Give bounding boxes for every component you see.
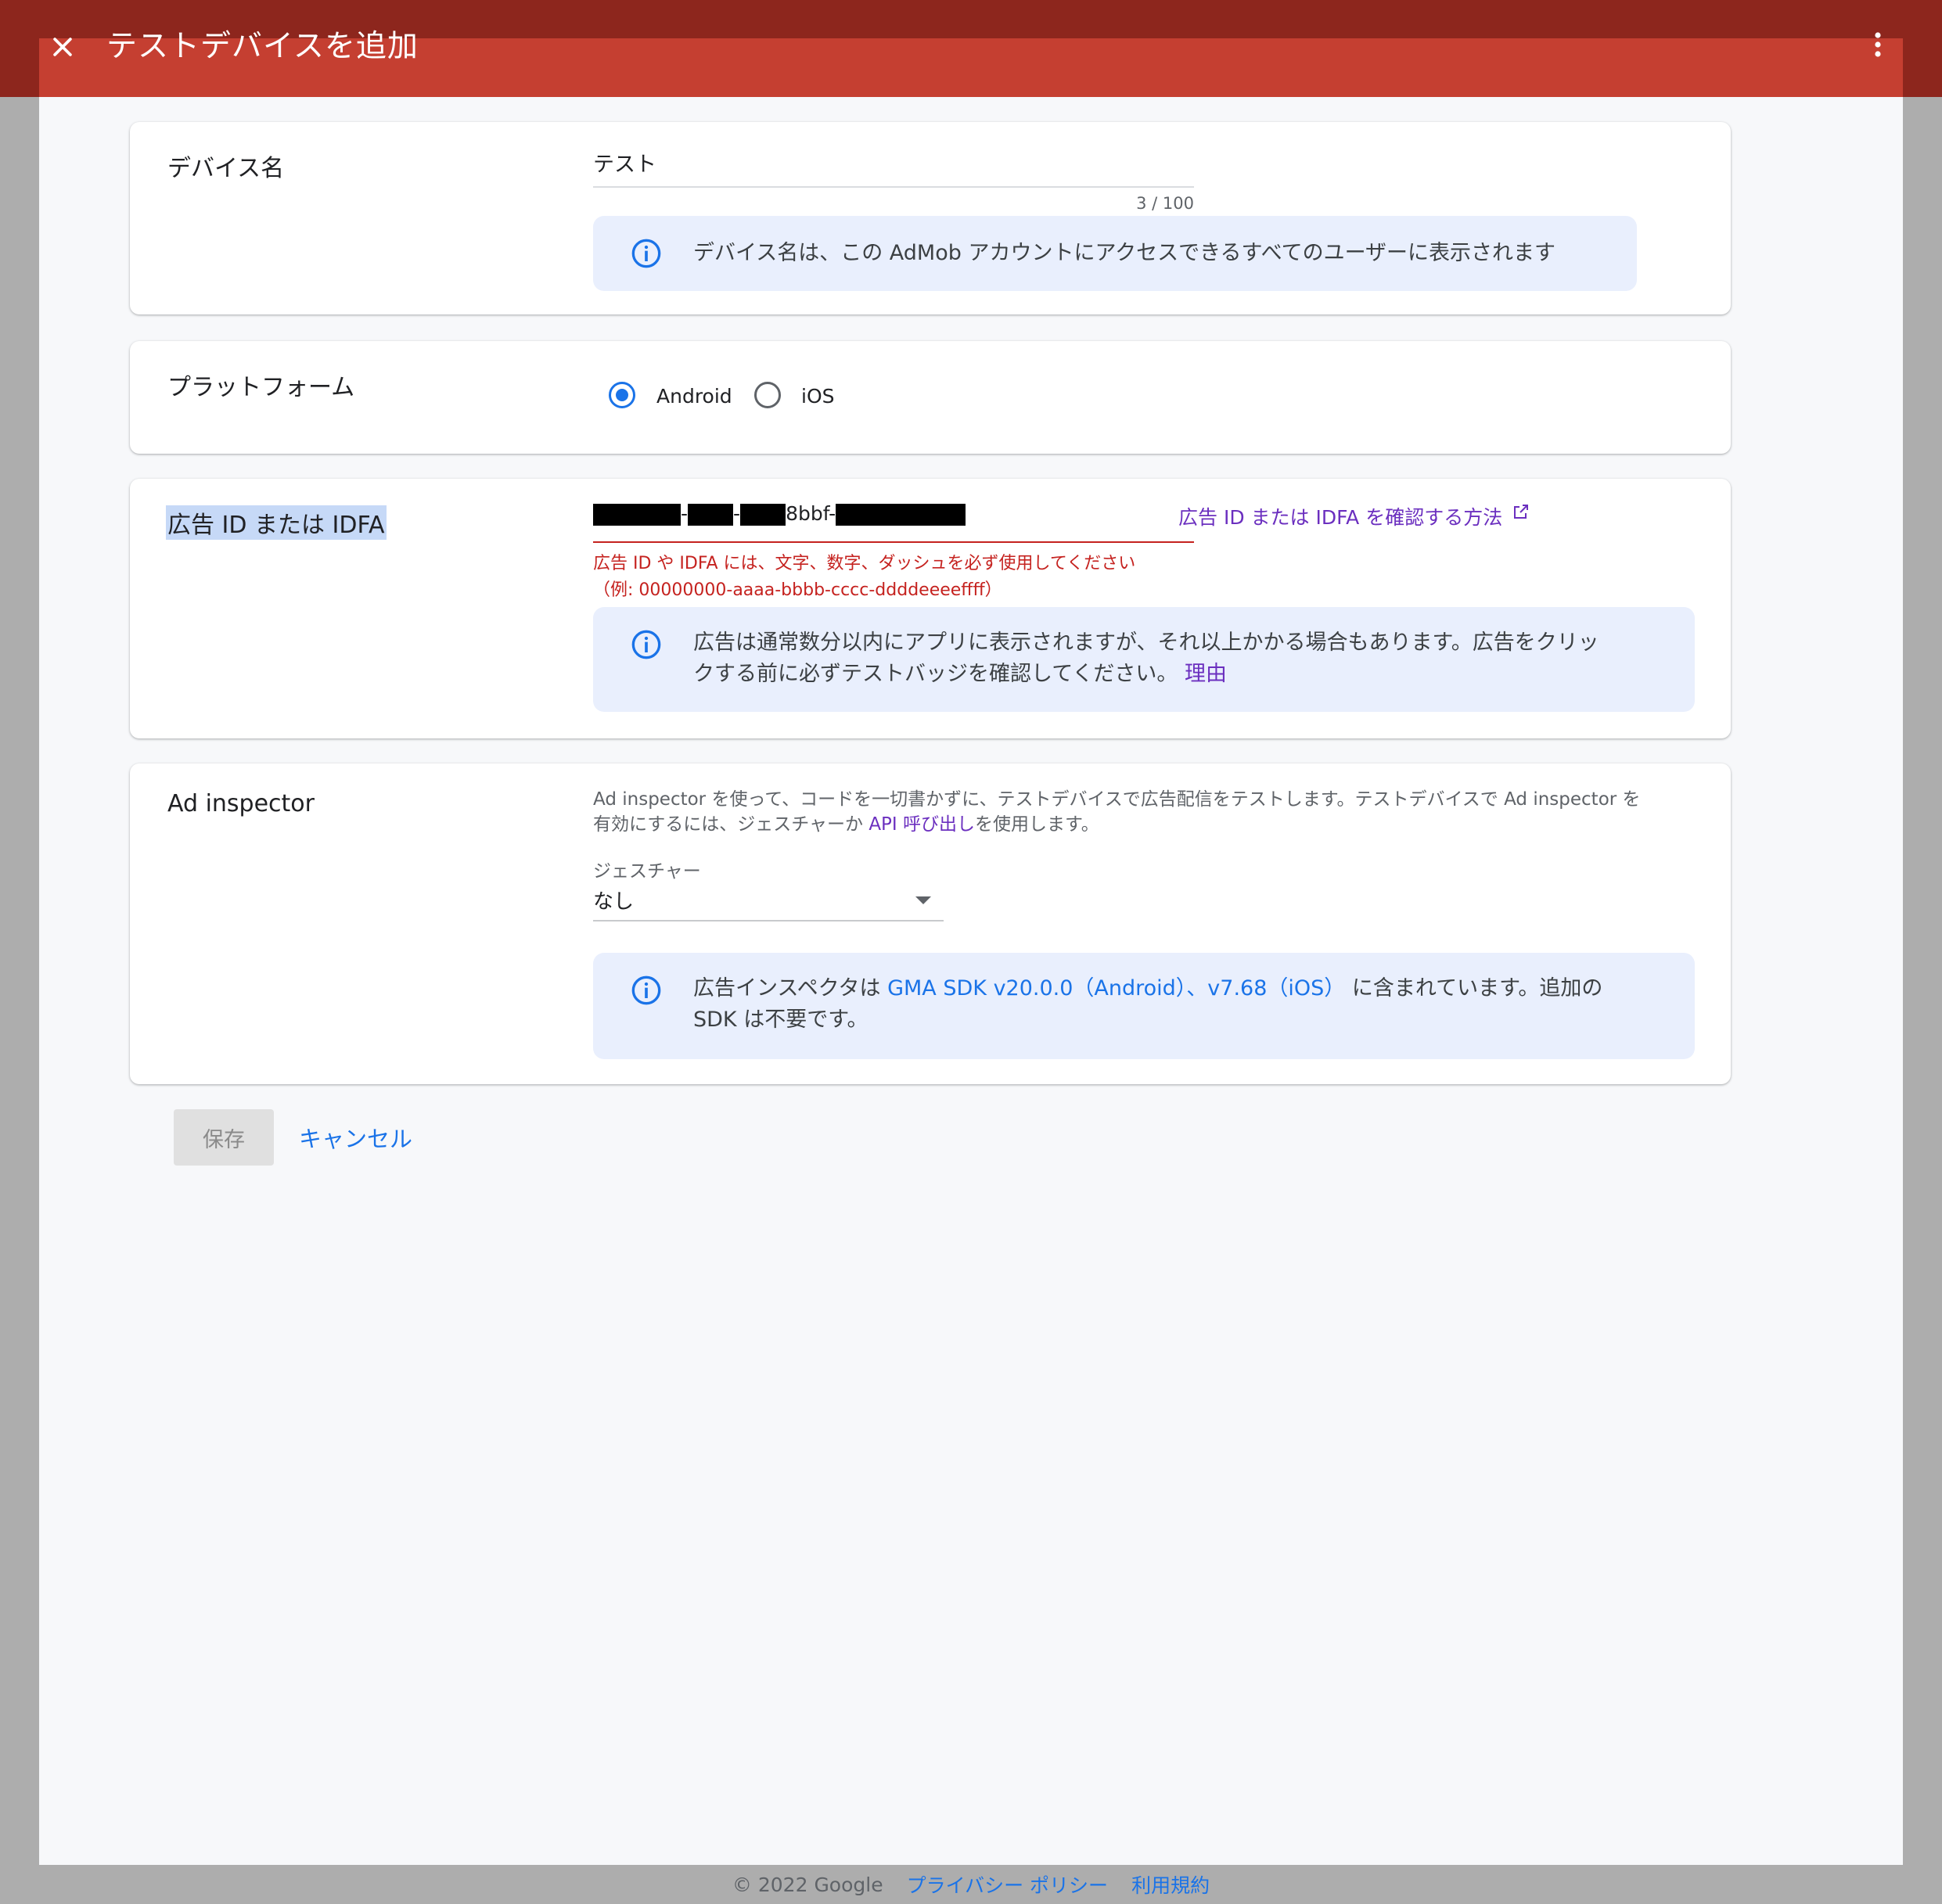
ad-inspector-card: Ad inspector Ad inspector を使って、コードを一切書かず… xyxy=(130,763,1731,1084)
ad-id-info-line2: クする前に必ずテストバッジを確認してください。 理由 xyxy=(693,659,1656,690)
gma-sdk-link[interactable]: GMA SDK v20.0.0（Android）、v7.68（iOS） xyxy=(887,976,1345,1000)
radio-ios-label[interactable]: iOS xyxy=(801,385,835,408)
redacted-block xyxy=(593,504,681,526)
ad-id-help-link[interactable]: 広告 ID または IDFA を確認する方法 xyxy=(1178,502,1530,530)
close-button[interactable] xyxy=(44,28,81,66)
info-icon xyxy=(631,975,661,1005)
ad-id-error-line1: 広告 ID や IDFA には、文字、数字、ダッシュを必ず使用してください xyxy=(593,554,1136,573)
info-text-suffix: に含まれています。追加の xyxy=(1345,976,1603,1000)
gesture-select-underline xyxy=(593,920,944,921)
ad-inspector-label: Ad inspector xyxy=(167,790,315,817)
api-call-link[interactable]: API 呼び出し xyxy=(869,814,975,835)
privacy-policy-link[interactable]: プライバシー ポリシー xyxy=(907,1870,1108,1899)
id-visible-part: 8bbf- xyxy=(786,502,836,525)
ad-inspector-info-text: 広告インスペクタは GMA SDK v20.0.0（Android）、v7.68… xyxy=(693,973,1656,1036)
radio-ios[interactable] xyxy=(754,382,781,408)
ad-id-info-text: 広告は通常数分以内にアプリに表示されますが、それ以上かかる場合もあります。広告を… xyxy=(693,627,1656,690)
ad-id-error-line2: （例: 00000000-aaaa-bbbb-cccc-ddddeeeeffff… xyxy=(593,580,1002,600)
footer-copyright: © 2022 Google xyxy=(732,1873,883,1896)
ad-id-card: 広告 ID または IDFA - - 8bbf- 広告 ID または IDFA を確… xyxy=(130,479,1731,738)
ad-id-info-box: 広告は通常数分以内にアプリに表示されますが、それ以上かかる場合もあります。広告を… xyxy=(593,607,1695,712)
ad-inspector-desc-line1: Ad inspector を使って、コードを一切書かずに、テストデバイスで広告配… xyxy=(593,789,1641,810)
gesture-label: ジェスチャー xyxy=(593,861,701,882)
ad-id-info-line2-text: クする前に必ずテストバッジを確認してください。 xyxy=(693,662,1178,686)
footer: © 2022 Google プライバシー ポリシー 利用規約 xyxy=(0,1865,1942,1904)
redacted-block xyxy=(836,504,966,526)
platform-card: プラットフォーム Android iOS xyxy=(130,341,1731,454)
info-text-prefix: 広告インスペクタは xyxy=(693,976,888,1000)
device-name-info-box: デバイス名は、この AdMob アカウントにアクセスできるすべてのユーザーに表示… xyxy=(593,216,1637,291)
radio-android-label[interactable]: Android xyxy=(656,385,732,408)
device-name-underline xyxy=(593,186,1194,188)
gesture-select[interactable]: なし xyxy=(593,879,944,923)
page-title: テストデバイスを追加 xyxy=(106,29,419,64)
save-button[interactable]: 保存 xyxy=(174,1109,274,1166)
device-name-input[interactable]: テスト xyxy=(593,147,1194,177)
char-counter: 3 / 100 xyxy=(1136,194,1194,213)
ad-id-help-link-text[interactable]: 広告 ID または IDFA を確認する方法 xyxy=(1178,506,1502,529)
ad-inspector-desc-line2: 有効にするには、ジェスチャーか API 呼び出しを使用します。 xyxy=(593,812,1641,837)
desc-text: を使用します。 xyxy=(975,814,1099,835)
info-icon xyxy=(631,239,661,268)
ad-inspector-info-line2: SDK は不要です。 xyxy=(693,1008,869,1032)
dropdown-arrow-icon xyxy=(915,896,931,904)
close-icon xyxy=(53,38,72,56)
info-icon xyxy=(631,630,661,659)
ad-id-info-line1: 広告は通常数分以内にアプリに表示されますが、それ以上かかる場合もあります。広告を… xyxy=(693,630,1599,655)
gesture-select-value: なし xyxy=(593,890,635,914)
ad-inspector-info-box: 広告インスペクタは GMA SDK v20.0.0（Android）、v7.68… xyxy=(593,953,1695,1059)
ad-inspector-description: Ad inspector を使って、コードを一切書かずに、テストデバイスで広告配… xyxy=(593,787,1641,837)
terms-link[interactable]: 利用規約 xyxy=(1131,1870,1210,1899)
external-link-icon xyxy=(1514,505,1529,519)
platform-label: プラットフォーム xyxy=(167,374,355,401)
id-dash: - xyxy=(733,502,741,525)
ad-id-underline-error xyxy=(593,541,1194,543)
radio-android[interactable] xyxy=(609,382,635,408)
device-name-label: デバイス名 xyxy=(167,155,285,182)
ad-id-input[interactable]: - - 8bbf- xyxy=(593,502,1194,530)
ad-id-error-message: 広告 ID や IDFA には、文字、数字、ダッシュを必ず使用してください （例… xyxy=(593,551,1135,604)
reason-link[interactable]: 理由 xyxy=(1185,662,1227,686)
id-dash: - xyxy=(681,502,689,525)
more-vert-icon xyxy=(1875,32,1881,57)
more-options-button[interactable] xyxy=(1862,25,1893,64)
ad-inspector-info-line1: 広告インスペクタは GMA SDK v20.0.0（Android）、v7.68… xyxy=(693,973,1656,1004)
ad-id-label: 広告 ID または IDFA xyxy=(166,505,387,540)
redacted-block xyxy=(688,504,734,526)
device-name-card: デバイス名 テスト 3 / 100 デバイス名は、この AdMob アカウントに… xyxy=(130,122,1731,314)
cancel-button[interactable]: キャンセル xyxy=(299,1109,412,1166)
redacted-block xyxy=(740,504,786,526)
device-name-info-text: デバイス名は、この AdMob アカウントにアクセスできるすべてのユーザーに表示… xyxy=(693,241,1556,265)
desc-text: 有効にするには、ジェスチャーか xyxy=(593,814,869,835)
